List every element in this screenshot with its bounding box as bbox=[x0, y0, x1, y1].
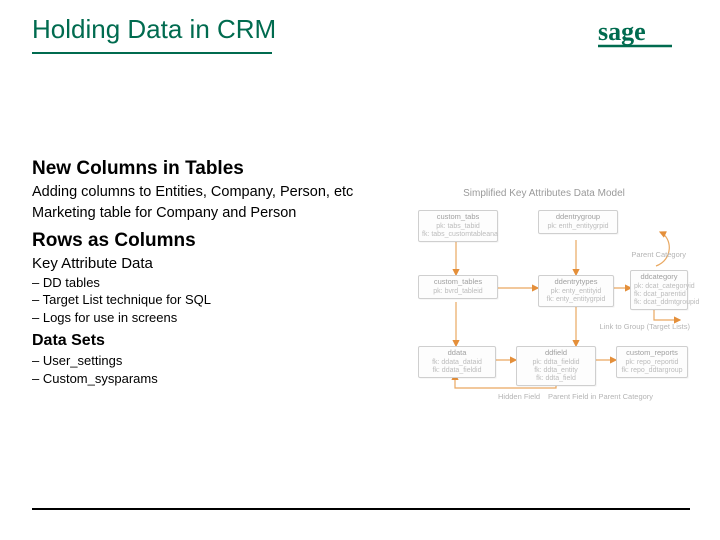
content-column: New Columns in Tables Adding columns to … bbox=[32, 158, 382, 393]
bullets-data-sets: User_settings Custom_sysparams bbox=[32, 352, 382, 387]
list-item: User_settings bbox=[32, 352, 382, 370]
diagram-box-ddentrygroup: ddentrygroup pk: enth_entitygrpid bbox=[538, 210, 618, 234]
diagram-box-ddfield: ddfield pk: ddta_fieldid fk: ddta_entity… bbox=[516, 346, 596, 386]
page-title: Holding Data in CRM bbox=[32, 14, 276, 45]
list-item: Target List technique for SQL bbox=[32, 291, 382, 309]
subheading-key-attribute-data: Key Attribute Data bbox=[32, 255, 382, 272]
title-underline bbox=[32, 52, 272, 54]
list-item: Logs for use in screens bbox=[32, 309, 382, 327]
diagram-box-custom-tabs: custom_tabs pk: tabs_tabid fk: tabs_cust… bbox=[418, 210, 498, 242]
text-new-columns-1: Adding columns to Entities, Company, Per… bbox=[32, 183, 382, 202]
diagram-label-parent-field: Parent Field in Parent Category bbox=[548, 392, 653, 401]
diagram-box-ddentrytypes: ddentrytypes pk: enty_entityid fk: enty_… bbox=[538, 275, 614, 307]
list-item: DD tables bbox=[32, 274, 382, 292]
diagram-box-custom-reports: custom_reports pk: repo_reportid fk: rep… bbox=[616, 346, 688, 378]
diagram-title: Simplified Key Attributes Data Model bbox=[398, 188, 690, 199]
heading-new-columns: New Columns in Tables bbox=[32, 158, 382, 180]
footer-divider bbox=[32, 508, 690, 510]
diagram-label-parent-category: Parent Category bbox=[631, 250, 686, 259]
bullets-rows-as-columns: DD tables Target List technique for SQL … bbox=[32, 274, 382, 327]
text-new-columns-2: Marketing table for Company and Person bbox=[32, 204, 382, 223]
list-item: Custom_sysparams bbox=[32, 370, 382, 388]
brand-name: sage bbox=[598, 18, 646, 46]
diagram-label-link-to-group: Link to Group (Target Lists) bbox=[600, 322, 690, 331]
diagram-box-ddata: ddata fk: ddata_dataid fk: ddata_fieldid bbox=[418, 346, 496, 378]
heading-data-sets: Data Sets bbox=[32, 332, 382, 350]
brand-logo: sage bbox=[598, 18, 690, 55]
diagram-label-hidden-field: Hidden Field bbox=[498, 392, 540, 401]
diagram-box-ddcategory: ddcategory pk: dcat_categoryid fk: dcat_… bbox=[630, 270, 688, 310]
diagram-box-custom-tables: custom_tables pk: bvrd_tableid bbox=[418, 275, 498, 299]
diagram-key-attributes: Simplified Key Attributes Data Model bbox=[398, 188, 690, 420]
heading-rows-as-columns: Rows as Columns bbox=[32, 230, 382, 252]
